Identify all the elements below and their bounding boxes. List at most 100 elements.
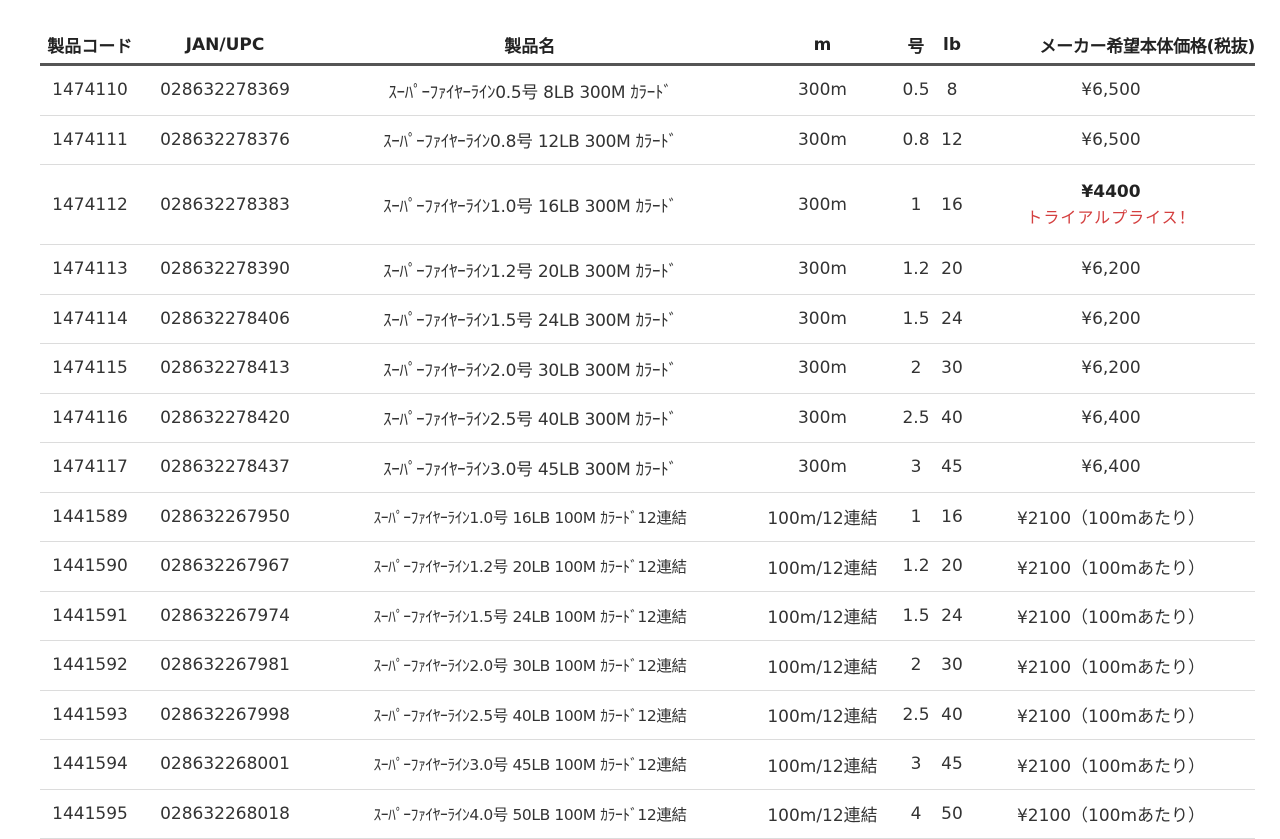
product-code-cell: 1474115 <box>40 343 140 394</box>
length-cell: 300m <box>750 164 895 245</box>
lb-cell: 16 <box>937 492 967 542</box>
product-code-cell: 1474112 <box>40 164 140 245</box>
jan-upc-cell: 028632278406 <box>140 294 310 344</box>
table-header-row: 製品コード JAN/UPC 製品名 m 号 lb メーカー希望本体価格(税抜) <box>40 26 1255 66</box>
jan-upc-cell: 028632267967 <box>140 541 310 592</box>
product-name-cell: ｽｰﾊﾟｰﾌｧｲﾔｰﾗｲﾝ0.5号 8LB 300M ｶﾗｰﾄﾞ <box>310 64 750 116</box>
product-code-cell: 1474110 <box>40 64 140 116</box>
price-value: ¥4400 <box>1081 181 1141 202</box>
price-cell: ¥6,200 <box>967 244 1255 295</box>
price-cell: ¥2100（100mあたり） <box>967 492 1255 542</box>
jan-upc-cell: 028632267998 <box>140 690 310 740</box>
price-cell: ¥2100（100mあたり） <box>967 739 1255 790</box>
table-row: 1474114 028632278406 ｽｰﾊﾟｰﾌｧｲﾔｰﾗｲﾝ1.5号 24L… <box>40 294 1255 344</box>
table-row: 1474110 028632278369 ｽｰﾊﾟｰﾌｧｲﾔｰﾗｲﾝ0.5号 8LB… <box>40 64 1255 116</box>
go-cell: 1.2 <box>895 541 937 592</box>
jan-upc-cell: 028632278369 <box>140 64 310 116</box>
product-code-cell: 1441592 <box>40 640 140 691</box>
product-name-cell: ｽｰﾊﾟｰﾌｧｲﾔｰﾗｲﾝ2.0号 30LB 100M ｶﾗｰﾄﾞ12連結 <box>310 640 750 691</box>
product-code-cell: 1474116 <box>40 393 140 443</box>
table-row: 1441594 028632268001 ｽｰﾊﾟｰﾌｧｲﾔｰﾗｲﾝ3.0号 45L… <box>40 739 1255 790</box>
price-cell: ¥2100（100mあたり） <box>967 640 1255 691</box>
go-cell: 1 <box>895 164 937 245</box>
table-row: 1441590 028632267967 ｽｰﾊﾟｰﾌｧｲﾔｰﾗｲﾝ1.2号 20L… <box>40 541 1255 592</box>
table-row: 1474113 028632278390 ｽｰﾊﾟｰﾌｧｲﾔｰﾗｲﾝ1.2号 20L… <box>40 244 1255 295</box>
jan-upc-cell: 028632278390 <box>140 244 310 295</box>
jan-upc-cell: 028632278420 <box>140 393 310 443</box>
header-lb: lb <box>937 26 967 66</box>
price-cell: ¥6,200 <box>967 343 1255 394</box>
product-name-cell: ｽｰﾊﾟｰﾌｧｲﾔｰﾗｲﾝ1.2号 20LB 300M ｶﾗｰﾄﾞ <box>310 244 750 295</box>
product-spec-page: 製品コード JAN/UPC 製品名 m 号 lb メーカー希望本体価格(税抜) … <box>0 0 1280 839</box>
product-code-cell: 1441594 <box>40 739 140 790</box>
header-price: メーカー希望本体価格(税抜) <box>967 26 1255 66</box>
lb-cell: 50 <box>937 789 967 839</box>
price-cell: ¥2100（100mあたり） <box>967 690 1255 740</box>
table-row: 1474117 028632278437 ｽｰﾊﾟｰﾌｧｲﾔｰﾗｲﾝ3.0号 45L… <box>40 442 1255 493</box>
price-cell: ¥2100（100mあたり） <box>967 789 1255 839</box>
header-product-code: 製品コード <box>40 26 140 66</box>
length-cell: 300m <box>750 393 895 443</box>
jan-upc-cell: 028632267950 <box>140 492 310 542</box>
go-cell: 1.2 <box>895 244 937 295</box>
length-cell: 300m <box>750 343 895 394</box>
jan-upc-cell: 028632268001 <box>140 739 310 790</box>
lb-cell: 45 <box>937 442 967 493</box>
go-cell: 2 <box>895 343 937 394</box>
lb-cell: 8 <box>937 64 967 116</box>
jan-upc-cell: 028632268018 <box>140 789 310 839</box>
product-name-cell: ｽｰﾊﾟｰﾌｧｲﾔｰﾗｲﾝ2.5号 40LB 300M ｶﾗｰﾄﾞ <box>310 393 750 443</box>
length-cell: 300m <box>750 244 895 295</box>
length-cell: 300m <box>750 442 895 493</box>
product-name-cell: ｽｰﾊﾟｰﾌｧｲﾔｰﾗｲﾝ1.0号 16LB 300M ｶﾗｰﾄﾞ <box>310 164 750 245</box>
go-cell: 2.5 <box>895 393 937 443</box>
length-cell: 100m/12連結 <box>750 640 895 691</box>
table-row: 1441591 028632267974 ｽｰﾊﾟｰﾌｧｲﾔｰﾗｲﾝ1.5号 24L… <box>40 591 1255 641</box>
lb-cell: 24 <box>937 294 967 344</box>
product-name-cell: ｽｰﾊﾟｰﾌｧｲﾔｰﾗｲﾝ1.5号 24LB 100M ｶﾗｰﾄﾞ12連結 <box>310 591 750 641</box>
length-cell: 100m/12連結 <box>750 739 895 790</box>
jan-upc-cell: 028632267981 <box>140 640 310 691</box>
table-row: 1474115 028632278413 ｽｰﾊﾟｰﾌｧｲﾔｰﾗｲﾝ2.0号 30L… <box>40 343 1255 394</box>
product-name-cell: ｽｰﾊﾟｰﾌｧｲﾔｰﾗｲﾝ2.5号 40LB 100M ｶﾗｰﾄﾞ12連結 <box>310 690 750 740</box>
price-cell: ¥6,400 <box>967 442 1255 493</box>
product-name-cell: ｽｰﾊﾟｰﾌｧｲﾔｰﾗｲﾝ0.8号 12LB 300M ｶﾗｰﾄﾞ <box>310 115 750 165</box>
go-cell: 2 <box>895 640 937 691</box>
product-code-cell: 1441589 <box>40 492 140 542</box>
lb-cell: 40 <box>937 393 967 443</box>
length-cell: 100m/12連結 <box>750 492 895 542</box>
product-name-cell: ｽｰﾊﾟｰﾌｧｲﾔｰﾗｲﾝ1.0号 16LB 100M ｶﾗｰﾄﾞ12連結 <box>310 492 750 542</box>
go-cell: 2.5 <box>895 690 937 740</box>
jan-upc-cell: 028632278437 <box>140 442 310 493</box>
product-code-cell: 1474111 <box>40 115 140 165</box>
length-cell: 300m <box>750 115 895 165</box>
lb-cell: 16 <box>937 164 967 245</box>
product-name-cell: ｽｰﾊﾟｰﾌｧｲﾔｰﾗｲﾝ1.5号 24LB 300M ｶﾗｰﾄﾞ <box>310 294 750 344</box>
price-cell: ¥6,500 <box>967 115 1255 165</box>
lb-cell: 20 <box>937 541 967 592</box>
length-cell: 300m <box>750 294 895 344</box>
table-row: 1441595 028632268018 ｽｰﾊﾟｰﾌｧｲﾔｰﾗｲﾝ4.0号 50L… <box>40 789 1255 839</box>
price-cell: ¥2100（100mあたり） <box>967 591 1255 641</box>
product-code-cell: 1441593 <box>40 690 140 740</box>
go-cell: 1.5 <box>895 294 937 344</box>
price-cell: ¥6,400 <box>967 393 1255 443</box>
product-code-cell: 1441595 <box>40 789 140 839</box>
lb-cell: 30 <box>937 640 967 691</box>
product-name-cell: ｽｰﾊﾟｰﾌｧｲﾔｰﾗｲﾝ4.0号 50LB 100M ｶﾗｰﾄﾞ12連結 <box>310 789 750 839</box>
lb-cell: 24 <box>937 591 967 641</box>
jan-upc-cell: 028632278413 <box>140 343 310 394</box>
table-body: 1474110 028632278369 ｽｰﾊﾟｰﾌｧｲﾔｰﾗｲﾝ0.5号 8LB… <box>40 64 1255 839</box>
table-row: 1474111 028632278376 ｽｰﾊﾟｰﾌｧｲﾔｰﾗｲﾝ0.8号 12L… <box>40 115 1255 165</box>
length-cell: 300m <box>750 64 895 116</box>
lb-cell: 45 <box>937 739 967 790</box>
go-cell: 1 <box>895 492 937 542</box>
price-cell: ¥2100（100mあたり） <box>967 541 1255 592</box>
jan-upc-cell: 028632267974 <box>140 591 310 641</box>
go-cell: 3 <box>895 739 937 790</box>
price-cell: ¥6,500 <box>967 64 1255 116</box>
table-row: 1441589 028632267950 ｽｰﾊﾟｰﾌｧｲﾔｰﾗｲﾝ1.0号 16L… <box>40 492 1255 542</box>
product-code-cell: 1474113 <box>40 244 140 295</box>
jan-upc-cell: 028632278383 <box>140 164 310 245</box>
go-cell: 0.5 <box>895 64 937 116</box>
